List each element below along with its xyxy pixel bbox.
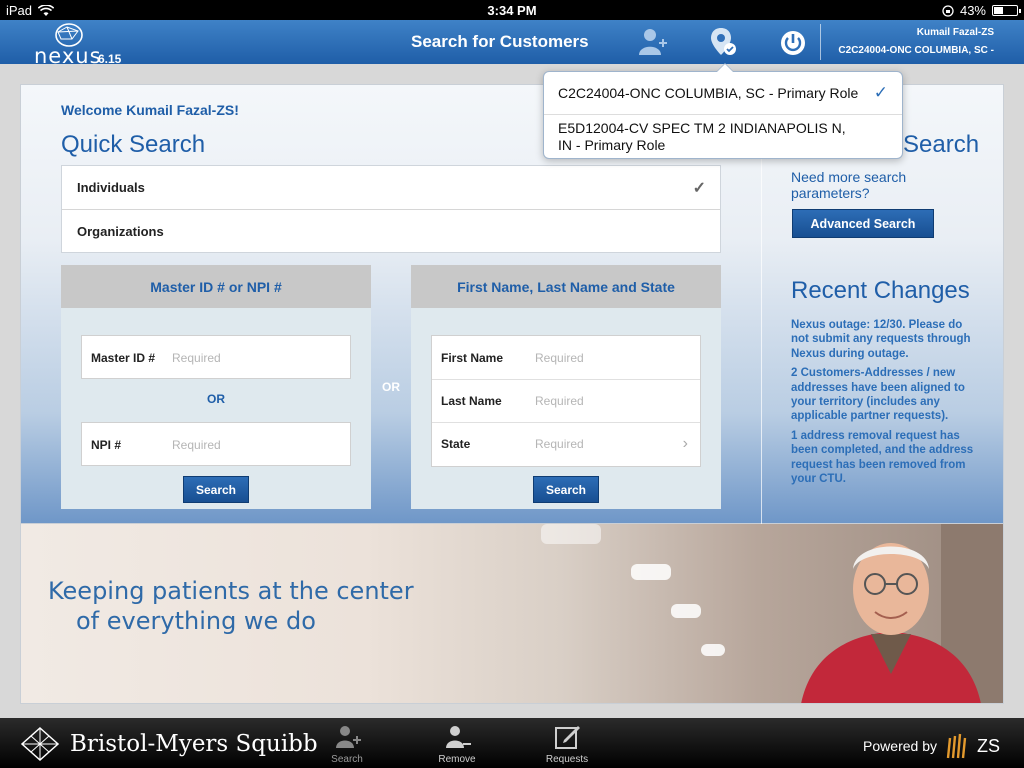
tab-label: Remove	[438, 754, 476, 765]
npi-field[interactable]: NPI # Required	[81, 422, 351, 466]
id-search-card: Master ID # or NPI # Master ID # Require…	[61, 265, 371, 509]
customer-type-selector: Individuals ✓ Organizations	[61, 165, 721, 253]
role-option[interactable]: C2C24004-ONC COLUMBIA, SC - Primary Role…	[544, 72, 902, 114]
app-version: 6.15	[98, 52, 122, 66]
current-territory: C2C24004-ONC COLUMBIA, SC -	[838, 45, 994, 56]
tagline-line-1: Keeping patients at the center	[48, 577, 414, 605]
zs-label: ZS	[976, 735, 1000, 756]
nexus-logo: nexus 6.15	[32, 22, 142, 68]
bms-star-icon	[20, 726, 60, 762]
state-select[interactable]: Required	[535, 437, 584, 451]
powered-by-label: Powered by	[863, 738, 937, 754]
brand-name: Bristol-Myers Squibb	[70, 731, 318, 757]
user-name: Kumail Fazal-ZS	[916, 27, 994, 38]
app-header: nexus 6.15 Search for Customers Kumail F…	[0, 20, 1024, 68]
master-id-label: Master ID #	[91, 350, 156, 365]
segment-label: Organizations	[77, 223, 164, 239]
state-label: State	[441, 437, 471, 451]
between-cards-or: OR	[382, 380, 400, 394]
tagline-line-2: of everything we do	[76, 607, 316, 635]
advanced-search-title: Search	[903, 131, 980, 158]
bms-logo: Bristol-Myers Squibb	[20, 726, 318, 762]
segment-label: Individuals	[77, 180, 145, 195]
tab-search[interactable]: Search	[312, 722, 382, 765]
or-separator: OR	[207, 392, 225, 406]
app-name: nexus	[34, 44, 102, 68]
first-name-field[interactable]: First Name Required	[432, 336, 700, 379]
list-item[interactable]: 1 address removal request has been compl…	[791, 429, 981, 487]
advanced-search-button[interactable]: Advanced Search	[792, 209, 934, 238]
bottom-toolbar: Bristol-Myers Squibb Search Remove Reque…	[0, 718, 1024, 768]
hero-banner: Keeping patients at the center of everyt…	[20, 524, 1004, 704]
header-divider	[820, 24, 821, 60]
npi-input[interactable]: Required	[172, 438, 221, 452]
add-user-icon	[336, 726, 361, 748]
zs-logo-icon	[946, 733, 967, 759]
master-id-field[interactable]: Master ID # Required	[81, 335, 351, 379]
patient-photo	[801, 524, 1003, 703]
name-card-title: First Name, Last Name and State	[411, 265, 721, 308]
id-search-button[interactable]: Search	[183, 476, 249, 503]
checkmark-icon: ✓	[692, 180, 706, 197]
add-user-icon[interactable]	[636, 26, 670, 58]
list-item[interactable]: 2 Customers-Addresses / new addresses ha…	[791, 366, 981, 424]
page-title: Search for Customers	[411, 32, 589, 51]
banner-tagline: Keeping patients at the center of everyt…	[48, 576, 414, 636]
role-option[interactable]: E5D12004-CV SPEC TM 2 INDIANAPOLIS N, IN…	[544, 114, 902, 159]
name-search-button[interactable]: Search	[533, 476, 599, 503]
battery-percent: 43%	[959, 3, 986, 18]
battery-icon	[992, 5, 1021, 16]
state-field[interactable]: State Required ›	[432, 422, 700, 465]
welcome-message: Welcome Kumail Fazal-ZS!	[61, 102, 239, 118]
npi-label: NPI #	[91, 437, 122, 452]
segment-individuals[interactable]: Individuals ✓	[62, 166, 720, 209]
master-id-input[interactable]: Required	[172, 351, 221, 365]
last-name-label: Last Name	[441, 394, 502, 408]
checkmark-icon: ✓	[873, 83, 888, 102]
remove-user-icon	[446, 726, 471, 748]
name-fields-group: First Name Required Last Name Required S…	[431, 335, 701, 467]
list-item[interactable]: Nexus outage: 12/30. Please do not submi…	[791, 318, 981, 361]
last-name-input[interactable]: Required	[535, 394, 584, 408]
orientation-lock-icon	[942, 4, 954, 17]
name-search-card: First Name, Last Name and State First Na…	[411, 265, 721, 509]
tab-label: Requests	[545, 754, 589, 765]
segment-organizations[interactable]: Organizations	[62, 209, 720, 252]
ios-status-bar: iPad 3:34 PM 43%	[0, 0, 1024, 20]
first-name-label: First Name	[441, 350, 504, 365]
role-option-label: C2C24004-ONC COLUMBIA, SC - Primary Role	[558, 85, 859, 101]
first-name-input[interactable]: Required	[535, 351, 584, 365]
power-icon[interactable]	[776, 26, 810, 58]
recent-changes-list: Nexus outage: 12/30. Please do not submi…	[791, 318, 981, 491]
last-name-field[interactable]: Last Name Required	[432, 379, 700, 422]
edit-request-icon	[555, 726, 580, 749]
quick-search-title: Quick Search	[61, 131, 206, 158]
territory-location-icon[interactable]	[706, 26, 740, 58]
id-card-title: Master ID # or NPI #	[61, 265, 371, 308]
role-option-label: E5D12004-CV SPEC TM 2 INDIANAPOLIS N, IN…	[558, 120, 846, 153]
powered-by: Powered by ZS	[863, 732, 1000, 760]
user-info: Kumail Fazal-ZS C2C24004-ONC COLUMBIA, S…	[838, 24, 994, 60]
tab-requests[interactable]: Requests	[532, 722, 602, 765]
clock: 3:34 PM	[487, 3, 537, 18]
need-more-text: Need more search parameters?	[791, 169, 907, 201]
chevron-right-icon: ›	[682, 435, 688, 452]
tab-label: Search	[331, 754, 363, 765]
role-dropdown: C2C24004-ONC COLUMBIA, SC - Primary Role…	[543, 63, 903, 159]
tab-remove[interactable]: Remove	[422, 722, 492, 765]
recent-changes-title: Recent Changes	[791, 277, 970, 304]
